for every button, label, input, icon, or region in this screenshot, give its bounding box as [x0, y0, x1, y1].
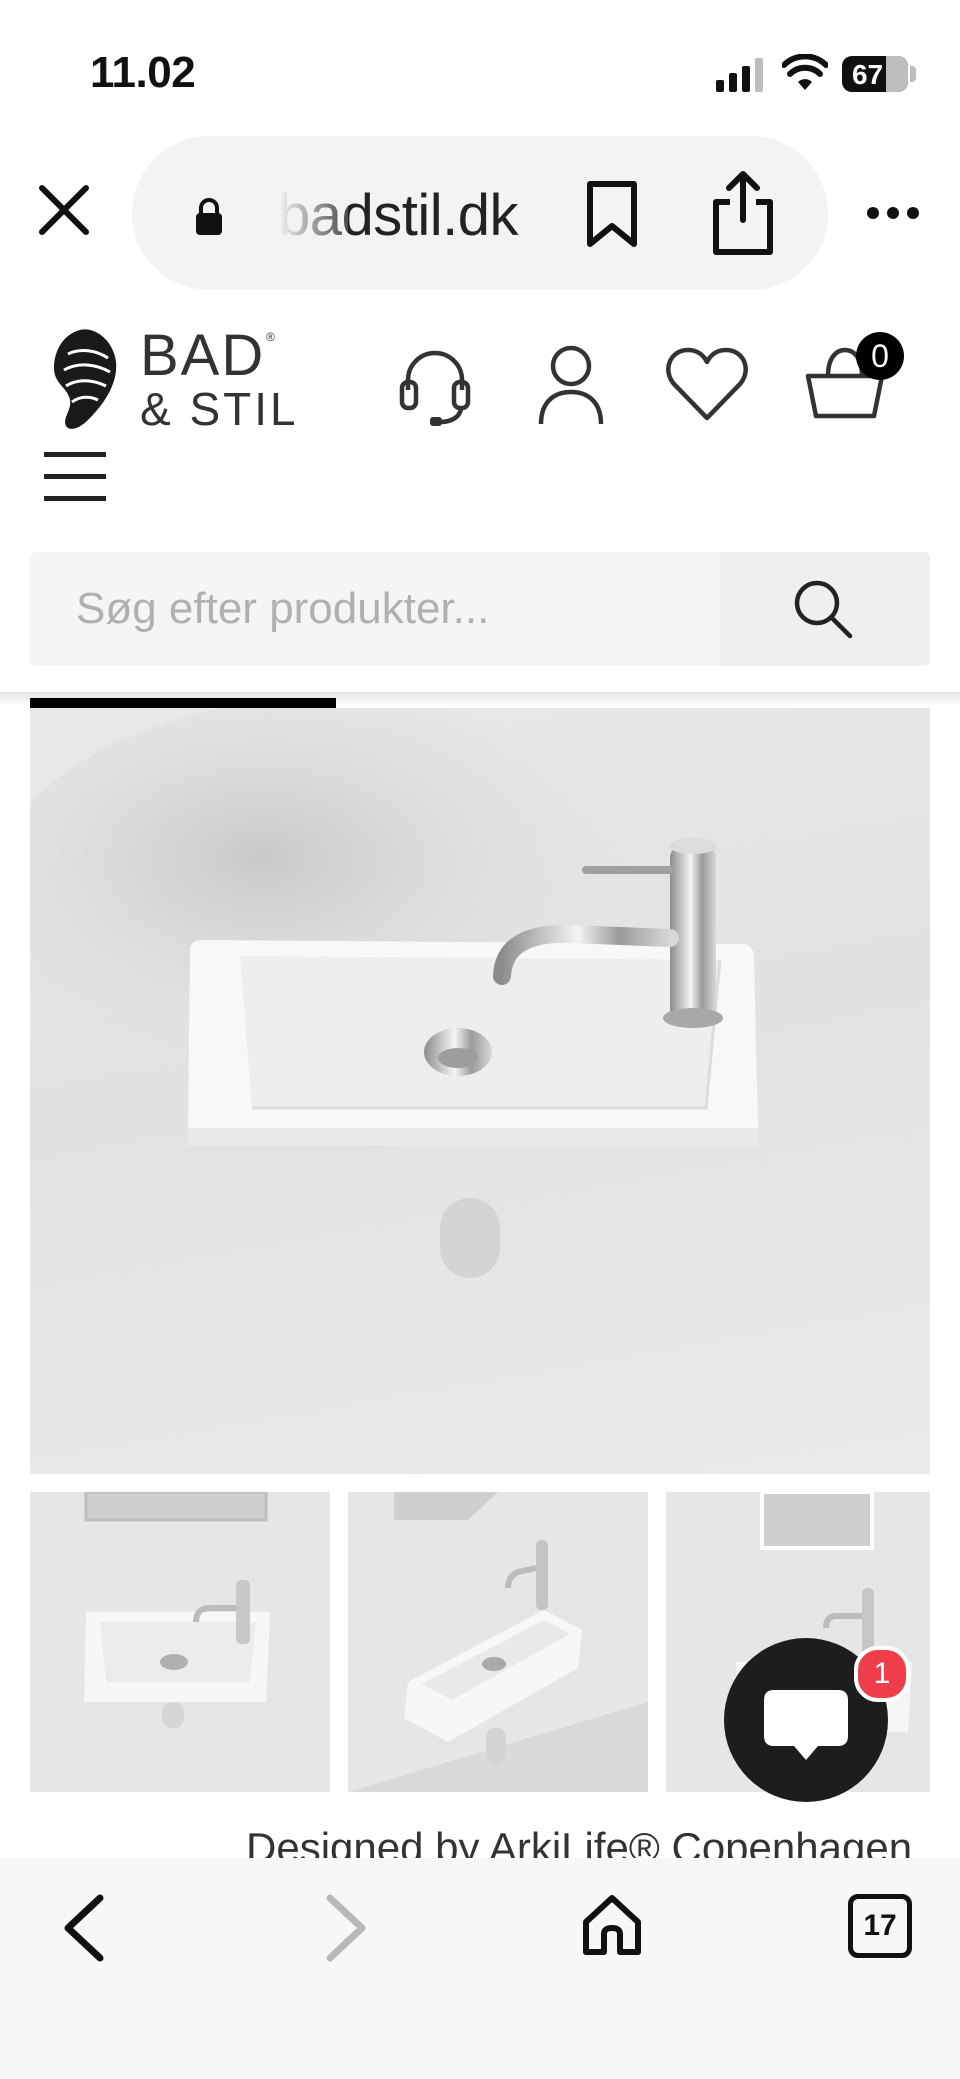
logo-shell-icon[interactable] [50, 324, 122, 434]
home-icon[interactable] [580, 1892, 644, 1958]
cart-count-badge[interactable]: 0 [856, 332, 904, 380]
product-image-main[interactable] [30, 708, 930, 1474]
headset-icon[interactable] [390, 338, 480, 428]
product-thumbnail-1[interactable] [30, 1492, 330, 1792]
logo-registered: ® [266, 330, 275, 344]
bookmark-icon[interactable] [584, 180, 640, 248]
share-icon[interactable] [710, 170, 776, 256]
menu-icon[interactable] [44, 450, 106, 502]
close-icon[interactable] [36, 182, 92, 238]
chat-notification-badge: 1 [854, 1646, 910, 1702]
logo-text-stil[interactable]: & STIL [140, 382, 299, 436]
browser-toolbar [0, 1858, 960, 2079]
search-button[interactable] [720, 552, 930, 666]
gallery-progress-bar [30, 698, 336, 708]
heart-icon[interactable] [662, 338, 752, 428]
sink-image [30, 708, 758, 1278]
tabs-icon[interactable]: 17 [848, 1894, 912, 1958]
wifi-icon [782, 54, 828, 90]
battery-level: 67 [852, 59, 884, 90]
signal-icon [716, 58, 766, 92]
logo-text-bad[interactable]: BAD [140, 322, 265, 389]
thumbnail-image-1 [84, 1492, 270, 1728]
user-icon[interactable] [526, 338, 616, 428]
battery-icon: 67 [842, 56, 908, 92]
forward-icon[interactable] [318, 1892, 374, 1964]
search-input[interactable] [30, 552, 720, 666]
more-icon[interactable] [866, 206, 920, 220]
lock-icon [196, 198, 222, 235]
status-time: 11.02 [90, 48, 196, 97]
battery-nub [910, 66, 916, 82]
url-fade [278, 170, 348, 250]
product-thumbnail-2[interactable] [348, 1492, 648, 1792]
search-icon [794, 580, 853, 639]
back-icon[interactable] [56, 1892, 112, 1964]
thumbnail-image-2 [348, 1492, 648, 1792]
